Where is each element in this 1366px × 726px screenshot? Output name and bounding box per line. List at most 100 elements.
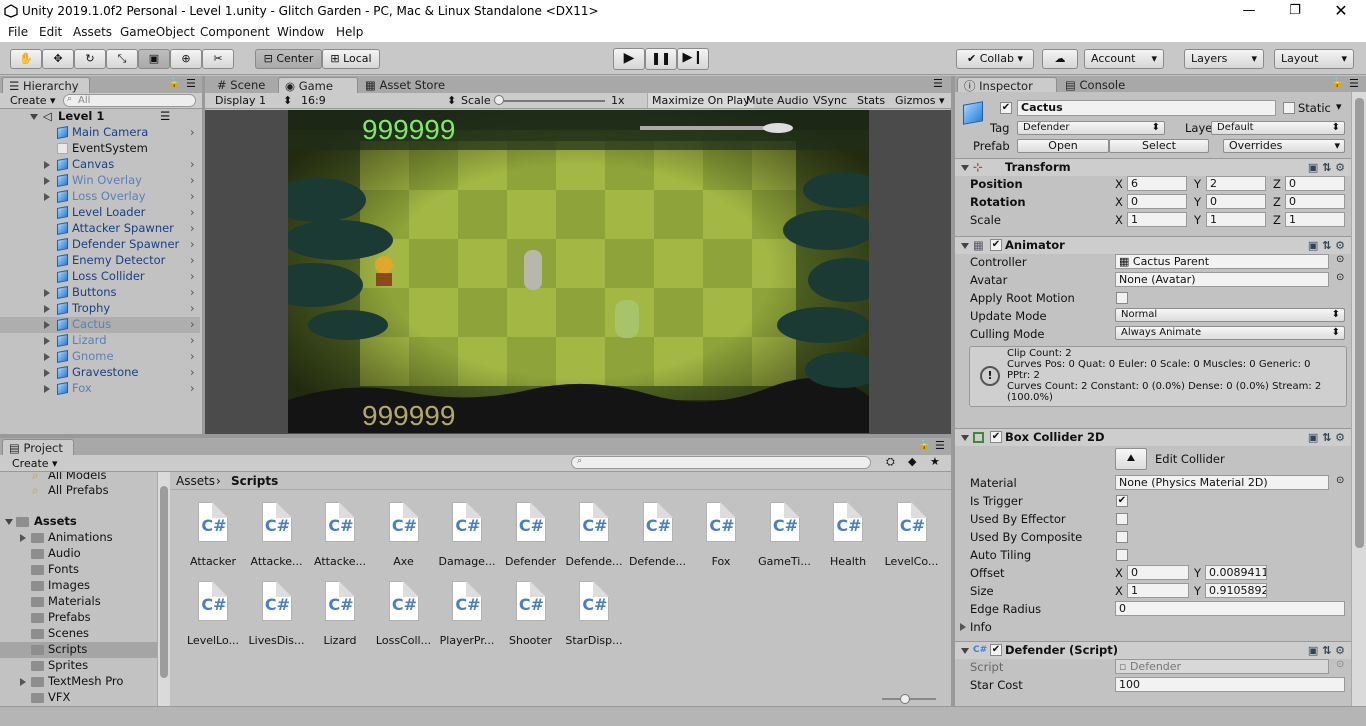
script-file[interactable]: C# GameTi... xyxy=(754,502,816,568)
script-file[interactable]: C# PlayerPr... xyxy=(436,581,498,647)
display-dropdown[interactable]: Display 1 xyxy=(215,93,266,108)
used-by-effector-checkbox[interactable] xyxy=(1116,513,1128,525)
mute-audio-toggle[interactable]: Mute Audio xyxy=(746,93,808,108)
chevron-right-icon[interactable]: › xyxy=(190,173,195,188)
object-picker-icon[interactable]: ⊙ xyxy=(1336,272,1344,283)
prefab-overrides-dropdown[interactable]: Overrides ▾ xyxy=(1223,139,1345,153)
controller-field[interactable]: ▦ Cactus Parent xyxy=(1115,254,1329,269)
menu-assets[interactable]: Assets xyxy=(73,25,112,39)
tag-dropdown[interactable]: Defender ⬍ xyxy=(1017,121,1165,135)
object-picker-icon[interactable]: ⊙ xyxy=(1336,475,1344,486)
script-file[interactable]: C# Health xyxy=(817,502,879,568)
rotate-tool-button[interactable]: ↻ xyxy=(74,49,106,69)
auto-tiling-checkbox[interactable] xyxy=(1116,549,1128,561)
script-file[interactable]: C# Axe xyxy=(373,502,435,568)
script-file[interactable]: C# LossColl... xyxy=(373,581,435,647)
lock-icon[interactable]: 🔒 xyxy=(918,440,930,451)
play-button[interactable]: ▶ xyxy=(613,48,645,70)
hierarchy-item[interactable]: EventSystem xyxy=(0,141,200,157)
position-x-field[interactable]: 6 xyxy=(1127,176,1187,191)
hierarchy-item[interactable]: Win Overlay › xyxy=(0,173,200,189)
script-file[interactable]: C# Defende... xyxy=(627,502,689,568)
custom-tool-button[interactable]: ✂ xyxy=(202,49,234,69)
transform-tool-button[interactable]: ⊕ xyxy=(170,49,202,69)
project-folder[interactable]: Scenes xyxy=(0,626,157,642)
edit-collider-button[interactable]: ⛰ xyxy=(1115,448,1147,470)
menu-help[interactable]: Help xyxy=(336,25,363,39)
hierarchy-item[interactable]: Cactus › xyxy=(0,317,200,333)
scale-z-field[interactable]: 1 xyxy=(1285,212,1345,227)
scale-y-field[interactable]: 1 xyxy=(1206,212,1266,227)
vsync-toggle[interactable]: VSync xyxy=(813,93,847,108)
hierarchy-item[interactable]: Loss Collider › xyxy=(0,269,200,285)
menu-file[interactable]: File xyxy=(8,25,28,39)
lock-icon[interactable]: 🔒 xyxy=(1331,78,1343,89)
box-collider-enabled-checkbox[interactable]: ✔ xyxy=(990,431,1002,443)
transform-header[interactable]: ⊹ Transform ▣ ⇅ ⚙ xyxy=(955,158,1351,176)
scene-menu-icon[interactable]: ☰ xyxy=(160,109,170,124)
project-create-button[interactable]: Create ▾ xyxy=(12,456,58,471)
pivot-local-button[interactable]: ⊞ Local xyxy=(322,49,380,69)
chevron-right-icon[interactable]: › xyxy=(190,365,195,380)
project-folder[interactable]: VFX xyxy=(0,690,157,706)
object-name-field[interactable]: Cactus xyxy=(1017,100,1276,116)
project-folder[interactable]: Images xyxy=(0,578,157,594)
box-collider-header[interactable]: ✔ Box Collider 2D ▣ ⇅ ⚙ xyxy=(955,428,1351,446)
project-folder[interactable]: Audio xyxy=(0,546,157,562)
maximize-button[interactable]: ❐ xyxy=(1272,0,1318,23)
chevron-right-icon[interactable]: › xyxy=(190,125,195,140)
breadcrumb-scripts[interactable]: Scripts xyxy=(231,474,278,488)
panel-menu-icon[interactable]: ☰ xyxy=(935,439,945,452)
component-menu-icons[interactable]: ▣ ⇅ ⚙ xyxy=(1308,237,1345,254)
position-z-field[interactable]: 0 xyxy=(1285,176,1345,191)
static-dropdown-icon[interactable]: ▾ xyxy=(1336,100,1342,113)
script-file[interactable]: C# Defende... xyxy=(563,502,625,568)
menu-gameobject[interactable]: GameObject xyxy=(120,25,195,39)
chevron-right-icon[interactable]: › xyxy=(190,253,195,268)
script-file[interactable]: C# Lizard xyxy=(309,581,371,647)
game-view[interactable]: 999999 999999 xyxy=(288,110,869,433)
offset-y-field[interactable]: 0.0089411 xyxy=(1205,565,1267,580)
hierarchy-item[interactable]: Defender Spawner › xyxy=(0,237,200,253)
project-tree-scrollbar[interactable] xyxy=(157,472,170,706)
rotation-z-field[interactable]: 0 xyxy=(1285,194,1345,209)
chevron-right-icon[interactable]: › xyxy=(190,333,195,348)
hierarchy-create-button[interactable]: Create ▾ xyxy=(10,93,56,108)
chevron-right-icon[interactable]: › xyxy=(190,237,195,252)
icon-size-thumb[interactable] xyxy=(900,694,910,704)
hierarchy-item[interactable]: Fox › xyxy=(0,381,200,397)
panel-menu-icon[interactable]: ☰ xyxy=(933,77,943,90)
chevron-right-icon[interactable]: › xyxy=(190,221,195,236)
chevron-right-icon[interactable]: › xyxy=(190,285,195,300)
component-menu-icons[interactable]: ▣ ⇅ ⚙ xyxy=(1308,429,1345,446)
scrollbar-thumb[interactable] xyxy=(1355,98,1364,548)
hierarchy-item[interactable]: Gnome › xyxy=(0,349,200,365)
script-header[interactable]: C# ✔ Defender (Script) ▣ ⇅ ⚙ xyxy=(955,641,1351,659)
script-file[interactable]: C# Attacke... xyxy=(246,502,308,568)
project-folder[interactable]: Scripts xyxy=(0,642,157,658)
root-motion-checkbox[interactable] xyxy=(1116,292,1128,304)
update-mode-dropdown[interactable]: Normal ⬍ xyxy=(1115,308,1345,322)
project-folder[interactable]: TextMesh Pro xyxy=(0,674,157,690)
hierarchy-item[interactable]: Main Camera › xyxy=(0,125,200,141)
star-cost-field[interactable]: 100 xyxy=(1115,677,1345,692)
hierarchy-item[interactable]: Buttons › xyxy=(0,285,200,301)
account-dropdown[interactable]: Account ▾ xyxy=(1084,49,1164,69)
hierarchy-item[interactable]: Level Loader › xyxy=(0,205,200,221)
script-file[interactable]: C# LevelLo... xyxy=(182,581,244,647)
filter-label-icon[interactable]: ◆ xyxy=(908,455,916,468)
scale-tool-button[interactable]: ⤡ xyxy=(106,49,138,69)
project-folder[interactable]: Prefabs xyxy=(0,610,157,626)
hierarchy-item[interactable]: Loss Overlay › xyxy=(0,189,200,205)
favorite-all-prefabs[interactable]: ⌕ All Prefabs xyxy=(0,483,157,499)
project-folder[interactable]: Materials xyxy=(0,594,157,610)
position-y-field[interactable]: 2 xyxy=(1206,176,1266,191)
menu-window[interactable]: Window xyxy=(277,25,324,39)
chevron-right-icon[interactable]: › xyxy=(190,189,195,204)
size-x-field[interactable]: 1 xyxy=(1127,583,1189,598)
project-folder[interactable]: Fonts xyxy=(0,562,157,578)
static-checkbox[interactable] xyxy=(1283,102,1295,114)
menu-edit[interactable]: Edit xyxy=(39,25,62,39)
used-by-composite-checkbox[interactable] xyxy=(1116,531,1128,543)
chevron-right-icon[interactable]: › xyxy=(190,317,195,332)
